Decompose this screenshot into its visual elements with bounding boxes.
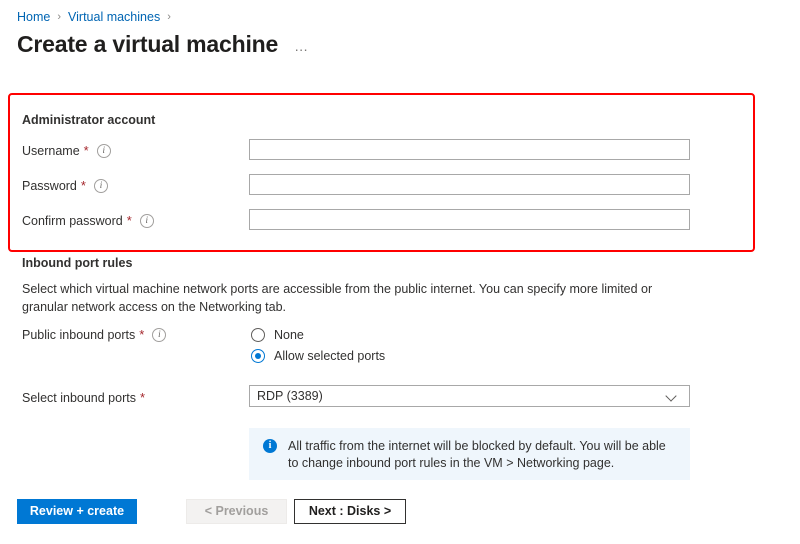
select-inbound-ports-dropdown[interactable]: RDP (3389) bbox=[249, 385, 690, 407]
public-inbound-ports-label: Public inbound ports * bbox=[22, 327, 167, 343]
required-marker: * bbox=[139, 390, 146, 405]
info-filled-icon bbox=[263, 439, 277, 453]
breadcrumb-item-virtual-machines[interactable]: Virtual machines bbox=[68, 9, 160, 25]
required-marker: * bbox=[139, 327, 145, 342]
breadcrumb: Home › Virtual machines › bbox=[17, 9, 178, 25]
public-inbound-ports-radio-group: None Allow selected ports bbox=[251, 324, 385, 366]
radio-option-none-label: None bbox=[274, 327, 304, 342]
radio-mark-icon bbox=[251, 348, 265, 363]
confirm-password-label: Confirm password * bbox=[22, 213, 154, 229]
inbound-info-banner: All traffic from the internet will be bl… bbox=[249, 428, 690, 480]
required-marker: * bbox=[80, 178, 86, 193]
previous-button[interactable]: < Previous bbox=[186, 499, 287, 524]
select-inbound-ports-label-text: Select inbound ports bbox=[22, 391, 136, 405]
administrator-account-heading: Administrator account bbox=[22, 113, 156, 127]
breadcrumb-item-home[interactable]: Home bbox=[17, 9, 50, 25]
review-create-button[interactable]: Review + create bbox=[17, 499, 137, 524]
radio-mark-icon bbox=[251, 327, 265, 342]
password-label: Password * bbox=[22, 178, 108, 194]
info-circle-icon[interactable] bbox=[152, 328, 167, 342]
select-inbound-ports-label: Select inbound ports * bbox=[22, 390, 145, 406]
radio-option-allow-selected-ports[interactable]: Allow selected ports bbox=[251, 345, 385, 366]
password-input[interactable] bbox=[249, 174, 690, 195]
info-circle-icon[interactable] bbox=[139, 214, 154, 228]
next-disks-button[interactable]: Next : Disks > bbox=[294, 499, 406, 524]
required-marker: * bbox=[126, 213, 132, 228]
info-circle-icon[interactable] bbox=[93, 179, 108, 193]
inbound-info-banner-text: All traffic from the internet will be bl… bbox=[288, 439, 666, 470]
radio-option-none[interactable]: None bbox=[251, 324, 385, 345]
breadcrumb-separator-icon: › bbox=[57, 11, 62, 23]
password-label-text: Password bbox=[22, 179, 77, 193]
info-circle-icon[interactable] bbox=[96, 144, 111, 158]
confirm-password-input[interactable] bbox=[249, 209, 690, 230]
required-marker: * bbox=[83, 143, 89, 158]
confirm-password-label-text: Confirm password bbox=[22, 214, 123, 228]
breadcrumb-separator-icon: › bbox=[167, 11, 171, 23]
inbound-port-rules-description: Select which virtual machine network por… bbox=[22, 282, 653, 314]
username-label: Username * bbox=[22, 143, 111, 159]
public-inbound-ports-label-text: Public inbound ports bbox=[22, 328, 136, 342]
select-inbound-ports-value: RDP (3389) bbox=[257, 389, 323, 403]
footer-bar: Review + create < Previous Next : Disks … bbox=[0, 487, 800, 544]
more-options-icon[interactable]: … bbox=[294, 38, 310, 54]
inbound-port-rules-heading: Inbound port rules bbox=[22, 256, 133, 270]
chevron-down-icon bbox=[667, 391, 677, 401]
username-input[interactable] bbox=[249, 139, 690, 160]
radio-option-allow-selected-ports-label: Allow selected ports bbox=[274, 348, 386, 363]
page-title: Create a virtual machine bbox=[17, 31, 279, 57]
page-title-row: Create a virtual machine … bbox=[17, 29, 310, 59]
username-label-text: Username bbox=[22, 144, 80, 158]
